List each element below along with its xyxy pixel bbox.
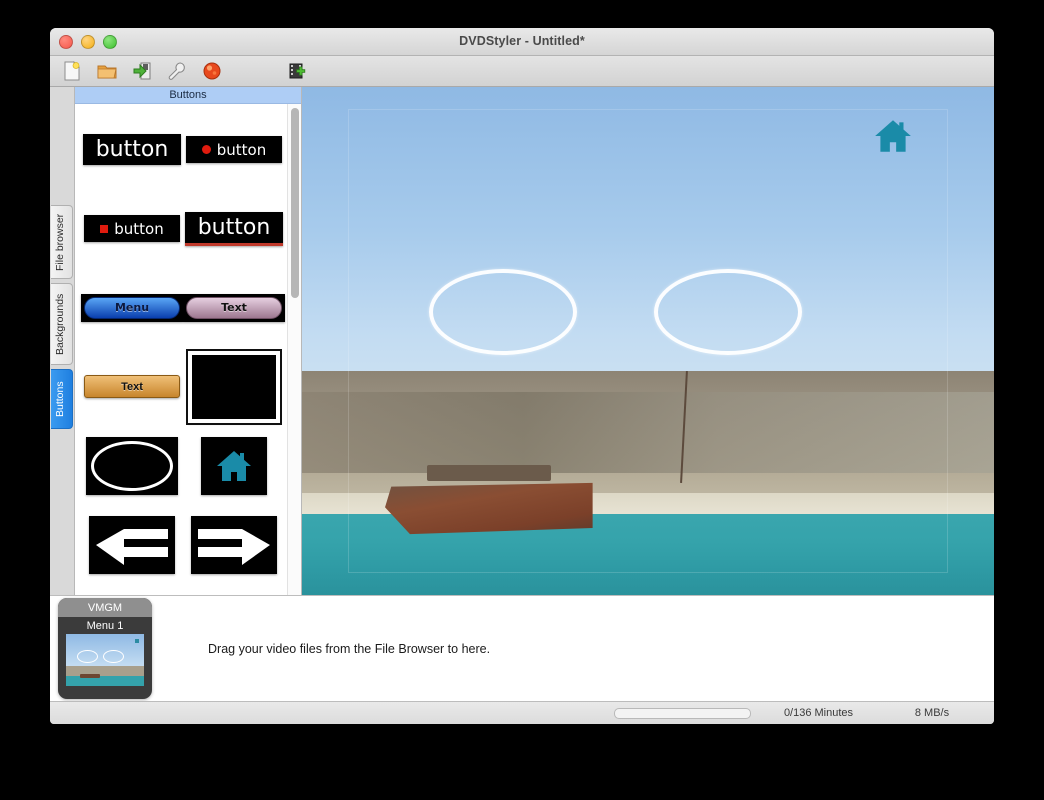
- list-item[interactable]: [183, 505, 285, 584]
- button-blue-pill[interactable]: Menu: [84, 296, 180, 319]
- list-item[interactable]: button: [183, 110, 285, 189]
- title-bar: DVDStyler - Untitled*: [50, 28, 994, 56]
- add-video-button[interactable]: [284, 57, 312, 85]
- list-item[interactable]: button: [81, 110, 183, 189]
- new-document-icon: [64, 61, 80, 81]
- library-header: Buttons: [75, 87, 301, 104]
- home-icon[interactable]: [872, 115, 914, 157]
- button-arrow-left-white[interactable]: [89, 515, 175, 574]
- open-folder-icon: [97, 65, 117, 79]
- button-plain-large[interactable]: button: [83, 134, 181, 165]
- status-bar: 0/136 Minutes 8 MB/s: [50, 701, 994, 724]
- library-panel: Buttons button button button button Menu…: [75, 87, 302, 595]
- list-item[interactable]: button: [81, 189, 183, 268]
- status-rate: 8 MB/s: [914, 707, 950, 719]
- button-label: Menu: [114, 301, 150, 314]
- list-item[interactable]: Text: [183, 268, 285, 347]
- list-item[interactable]: [183, 347, 285, 426]
- save-project-button[interactable]: [128, 57, 156, 85]
- dvdstyler-window: DVDStyler - Untitled* File browser Backg…: [50, 28, 994, 724]
- sidebar-tab-file-browser-label: File browser: [54, 213, 66, 271]
- button-arrow-right-white[interactable]: [191, 515, 277, 574]
- ellipse-icon: [91, 440, 173, 491]
- button-label: button: [114, 219, 164, 238]
- sidebar-tab-buttons[interactable]: Buttons: [51, 369, 73, 429]
- library-scrollbar[interactable]: [287, 104, 301, 595]
- library-scroll-wrap: button button button button Menu Text Te…: [75, 104, 301, 595]
- button-frame[interactable]: [186, 348, 282, 425]
- add-film-icon: [289, 63, 306, 79]
- settings-button[interactable]: [163, 57, 191, 85]
- new-project-button[interactable]: [58, 57, 86, 85]
- side-tab-rail: File browser Backgrounds Buttons: [50, 87, 75, 595]
- status-minutes: 0/136 Minutes: [783, 707, 854, 719]
- disc-usage-progress: [614, 707, 751, 719]
- burn-disc-icon: [203, 62, 221, 80]
- sidebar-tab-backgrounds-label: Backgrounds: [54, 293, 66, 355]
- list-item[interactable]: Text: [183, 584, 285, 595]
- button-round-marker[interactable]: button: [186, 136, 282, 163]
- thumb-ellipse-2: [103, 649, 125, 663]
- sidebar-tab-file-browser[interactable]: File browser: [51, 205, 73, 279]
- arrow-right-icon: [198, 528, 270, 565]
- red-dot-icon: [201, 145, 211, 154]
- arrow-left-icon: [96, 528, 168, 565]
- button-label: button: [216, 140, 267, 159]
- menu-card[interactable]: VMGM Menu 1: [58, 598, 152, 699]
- open-project-button[interactable]: [93, 57, 121, 85]
- thumb-wreck: [80, 673, 101, 679]
- button-rose-pill[interactable]: Text: [186, 296, 282, 319]
- vmgm-badge: VMGM: [58, 598, 152, 617]
- scrollbar-thumb[interactable]: [290, 108, 299, 298]
- list-item[interactable]: Text: [81, 347, 183, 426]
- list-item[interactable]: [81, 426, 183, 505]
- menu-preview-canvas[interactable]: [302, 87, 994, 595]
- burn-button[interactable]: [198, 57, 226, 85]
- thumb-home-marker: [135, 639, 139, 643]
- thumb-ellipse-1: [76, 649, 98, 663]
- menu-background-image: [302, 87, 994, 595]
- list-item[interactable]: [81, 505, 183, 584]
- save-disk-icon: [133, 62, 151, 80]
- sidebar-tab-backgrounds[interactable]: Backgrounds: [51, 283, 73, 365]
- sidebar-tab-buttons-label: Buttons: [54, 381, 66, 417]
- red-square-icon: [100, 224, 109, 233]
- button-label: Text: [121, 380, 143, 393]
- home-icon: [217, 450, 251, 481]
- menu-button-ellipse-1[interactable]: [429, 269, 577, 355]
- wrench-icon: [168, 62, 185, 80]
- menu-card-thumbnail: [66, 634, 144, 686]
- list-item[interactable]: Menu: [81, 268, 183, 347]
- window-title: DVDStyler - Untitled*: [459, 34, 585, 48]
- thumb-sea: [66, 675, 144, 686]
- list-item[interactable]: button: [183, 189, 285, 268]
- button-library-grid: button button button button Menu Text Te…: [75, 104, 287, 595]
- main-content-split: File browser Backgrounds Buttons Buttons…: [50, 87, 994, 595]
- safe-area-guide: [348, 109, 948, 573]
- list-item[interactable]: Text: [81, 584, 183, 595]
- menu-dock: VMGM Menu 1 Drag your video files from t…: [50, 595, 994, 701]
- main-toolbar: [50, 56, 994, 87]
- list-item[interactable]: [183, 426, 285, 505]
- button-label: button: [95, 137, 169, 162]
- button-orange-bar[interactable]: Text: [84, 375, 180, 398]
- menu-button-ellipse-2[interactable]: [654, 269, 802, 355]
- button-label: Text: [221, 301, 247, 314]
- menu-card-title: Menu 1: [86, 619, 124, 632]
- dock-hint-text: Drag your video files from the File Brow…: [208, 641, 491, 656]
- button-ellipse[interactable]: [86, 436, 178, 495]
- button-underline[interactable]: button: [185, 211, 283, 246]
- button-home[interactable]: [201, 436, 267, 495]
- button-label: button: [197, 214, 271, 240]
- button-square-marker[interactable]: button: [84, 215, 180, 242]
